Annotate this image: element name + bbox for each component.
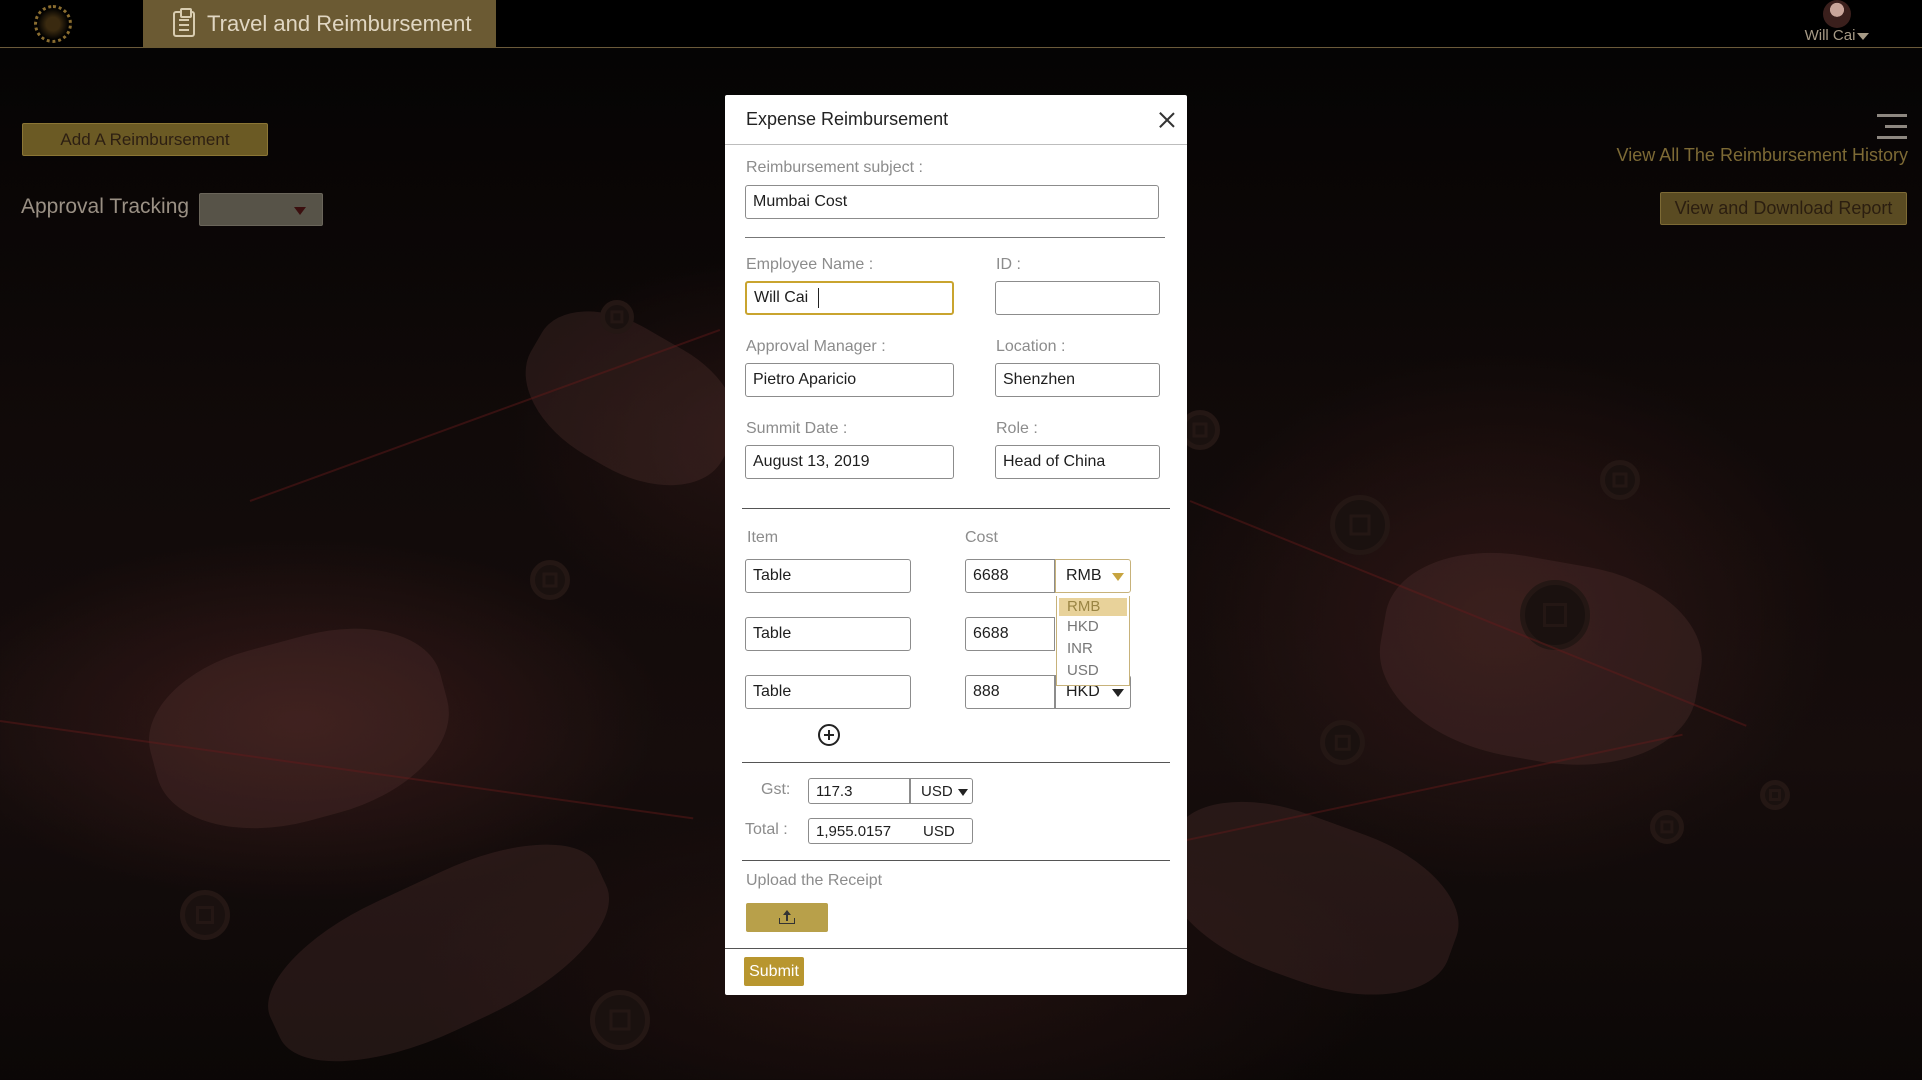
- manager-input[interactable]: Pietro Aparicio: [745, 363, 954, 397]
- cost-input[interactable]: 6688: [965, 617, 1055, 651]
- chevron-down-icon: [1112, 573, 1124, 581]
- employee-name-input[interactable]: Will Cai: [745, 281, 954, 315]
- currency-select[interactable]: RMB: [1055, 559, 1131, 593]
- manager-label: Approval Manager :: [746, 338, 886, 355]
- user-menu[interactable]: Will Cai: [1797, 0, 1877, 48]
- logo-icon[interactable]: [34, 5, 72, 43]
- date-label: Summit Date :: [746, 420, 848, 437]
- currency-option-hkd[interactable]: HKD: [1057, 616, 1129, 638]
- modal-header: Expense Reimbursement: [725, 95, 1187, 145]
- app-tab[interactable]: Travel and Reimbursement: [143, 0, 496, 48]
- chevron-down-icon: [294, 207, 306, 215]
- divider: [745, 237, 1165, 238]
- role-label: Role :: [996, 420, 1038, 437]
- item-input[interactable]: Table: [745, 559, 911, 593]
- download-report-button[interactable]: View and Download Report: [1660, 192, 1907, 225]
- approval-tracking-select[interactable]: [199, 193, 323, 226]
- employee-name-value: Will Cai: [754, 289, 809, 306]
- total-value: 1,955.0157: [808, 818, 919, 844]
- total-currency: USD: [919, 818, 973, 844]
- subject-input[interactable]: Mumbai Cost: [745, 185, 1159, 219]
- modal-title: Expense Reimbursement: [746, 109, 949, 129]
- gst-currency-select[interactable]: USD: [910, 778, 973, 804]
- chevron-down-icon: [1112, 689, 1124, 697]
- location-label: Location :: [996, 338, 1066, 355]
- text-cursor: [818, 288, 820, 308]
- upload-label: Upload the Receipt: [746, 872, 883, 889]
- subject-label: Reimbursement subject :: [746, 159, 923, 176]
- approval-tracking-label: Approval Tracking: [21, 195, 190, 218]
- currency-option-inr[interactable]: INR: [1057, 638, 1129, 660]
- item-header: Item: [747, 529, 779, 546]
- divider: [742, 508, 1170, 509]
- id-input[interactable]: [995, 281, 1160, 315]
- cost-input[interactable]: 888: [965, 675, 1055, 709]
- gst-currency-value: USD: [921, 782, 953, 800]
- location-input[interactable]: Shenzhen: [995, 363, 1160, 397]
- avatar: [1823, 0, 1851, 28]
- total-label: Total :: [745, 821, 788, 838]
- item-input[interactable]: Table: [745, 675, 911, 709]
- id-label: ID :: [996, 256, 1021, 273]
- add-reimbursement-button[interactable]: Add A Reimbursement: [22, 123, 268, 156]
- currency-option-usd[interactable]: USD: [1057, 660, 1129, 682]
- modal-footer-divider: [725, 948, 1187, 949]
- cost-input[interactable]: 6688: [965, 559, 1055, 593]
- item-input[interactable]: Table: [745, 617, 911, 651]
- chevron-down-icon: [958, 789, 968, 796]
- currency-option-rmb[interactable]: RMB: [1059, 598, 1127, 616]
- currency-dropdown: RMB HKD INR USD: [1056, 596, 1130, 686]
- top-bar: Travel and Reimbursement Will Cai: [0, 0, 1922, 48]
- app-title: Travel and Reimbursement: [207, 11, 472, 36]
- expense-modal: Expense Reimbursement Reimbursement subj…: [725, 95, 1187, 995]
- history-link[interactable]: View All The Reimbursement History: [1617, 145, 1908, 166]
- divider: [742, 860, 1170, 861]
- close-icon[interactable]: [1159, 112, 1175, 128]
- gst-input[interactable]: 117.3: [808, 778, 910, 804]
- currency-value: RMB: [1066, 567, 1102, 584]
- add-circle-icon[interactable]: [818, 724, 840, 746]
- gst-label: Gst:: [761, 781, 791, 798]
- role-input[interactable]: Head of China: [995, 445, 1160, 479]
- clipboard-icon: [173, 8, 195, 37]
- upload-icon: [779, 910, 795, 924]
- employee-label: Employee Name :: [746, 256, 874, 273]
- submit-button[interactable]: Submit: [744, 957, 804, 986]
- cost-header: Cost: [965, 529, 998, 546]
- chevron-down-icon: [1857, 32, 1870, 40]
- user-name: Will Cai: [1804, 27, 1856, 44]
- divider: [742, 762, 1170, 763]
- menu-icon[interactable]: [1877, 112, 1907, 142]
- date-input[interactable]: August 13, 2019: [745, 445, 954, 479]
- upload-receipt-button[interactable]: [746, 903, 828, 932]
